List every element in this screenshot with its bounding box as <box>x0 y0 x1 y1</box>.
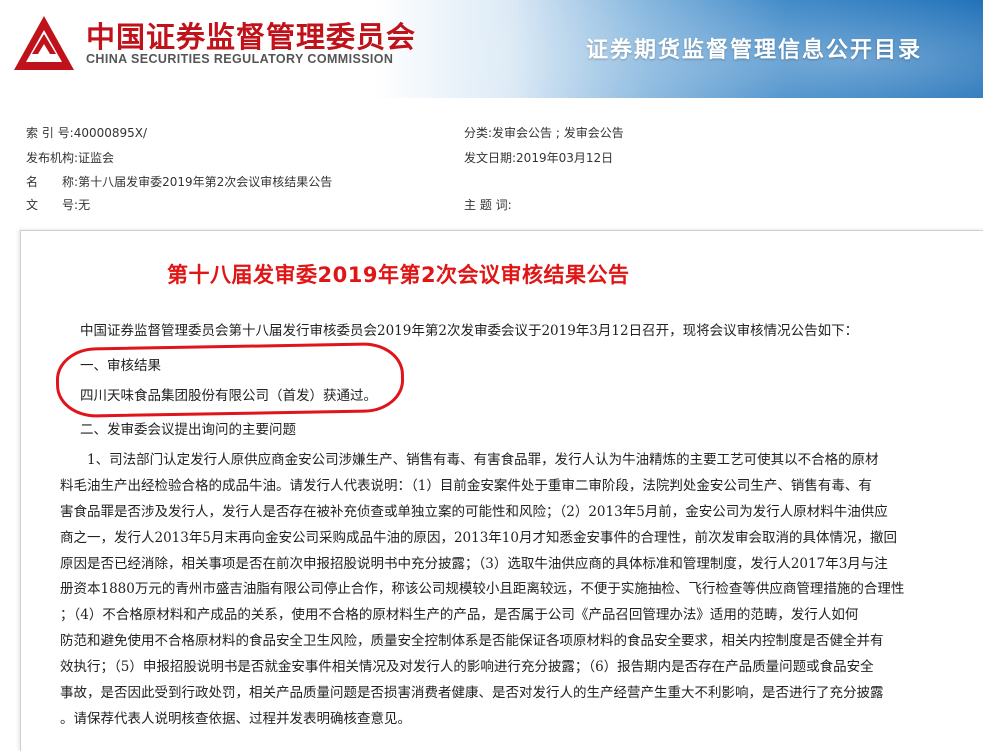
question-line: 效执行；（5）申报招股说明书是否就金安事件相关情况及对发行人的影响进行充分披露；… <box>60 659 874 676</box>
meta-issuer-label: 发布机构: <box>26 151 79 165</box>
meta-name: 名 称:第十八届发审委2019年第2次会议审核结果公告 <box>26 173 332 190</box>
header-banner: 中国证券监督管理委员会 CHINA SECURITIES REGULATORY … <box>0 0 983 98</box>
meta-docno-label-1: 文 <box>26 198 39 212</box>
question-line: 料毛油生产出经检验合格的成品牛油。请发行人代表说明：（1）目前金安案件处于重审二… <box>60 477 872 494</box>
meta-date-value: 2019年03月12日 <box>516 151 614 165</box>
question-line: 防范和避免使用不合格原材料的食品安全卫生风险，质量安全控制体系是否能保证各项原材… <box>60 633 884 650</box>
meta-keywords-label: 主 题 词: <box>464 198 512 212</box>
meta-docno-value: 无 <box>78 198 91 212</box>
meta-index-value: 40000895X/ <box>73 126 148 140</box>
question-line: 害食品罪是否涉及发行人，发行人是否存在被补充侦查或单独立案的可能性和风险；（2）… <box>60 503 888 520</box>
question-line: 商之一，发行人2013年5月末再向金安公司采购成品牛油的原因，2013年10月才… <box>60 529 897 546</box>
question-line: 册资本1880万元的青州市盛吉油脂有限公司停止合作，称该公司规模较小且距离较远，… <box>60 581 905 598</box>
org-name-en: CHINA SECURITIES REGULATORY COMMISSION <box>86 52 394 66</box>
meta-name-value: 第十八届发审委2019年第2次会议审核结果公告 <box>78 175 333 189</box>
question-line: 事故，是否因此受到行政处罚，相关产品质量问题是否损害消费者健康、是否对发行人的生… <box>60 685 884 702</box>
meta-category-value: 发审会公告 ; 发审会公告 <box>492 126 624 140</box>
meta-date: 发文日期:2019年03月12日 <box>464 149 613 166</box>
meta-index-label: 索 引 号: <box>26 126 74 140</box>
meta-index: 索 引 号:40000895X/ <box>26 124 147 141</box>
article-title: 第十八届发审委2019年第2次会议审核结果公告 <box>167 263 630 287</box>
highlight-ellipse <box>55 341 405 419</box>
meta-category: 分类:发审会公告 ; 发审会公告 <box>464 124 624 141</box>
meta-docno-label-2: 号: <box>62 198 79 212</box>
meta-issuer: 发布机构:证监会 <box>26 149 114 166</box>
meta-docno: 文 号:无 <box>26 196 90 213</box>
org-name-cn: 中国证券监督管理委员会 <box>86 20 417 54</box>
question-line: 。请保荐代表人说明核查依据、过程并发表明确核查意见。 <box>60 710 411 727</box>
question-line: ；（4）不合格原材料和产成品的关系，使用不合格的原材料生产的产品，是否属于公司《… <box>60 607 859 624</box>
banner-title: 证券期货监督管理信息公开目录 <box>586 38 923 63</box>
article-intro: 中国证券监督管理委员会第十八届发行审核委员会2019年第2次发审委会议于2019… <box>80 323 859 339</box>
question-line: 1、司法部门认定发行人原供应商金安公司涉嫌生产、销售有毒、有害食品罪，发行人认为… <box>60 452 879 468</box>
questions-paragraph: 1、司法部门认定发行人原供应商金安公司涉嫌生产、销售有毒、有害食品罪，发行人认为… <box>60 448 920 733</box>
meta-name-label-2: 称: <box>62 175 79 189</box>
meta-issuer-value: 证监会 <box>78 151 115 165</box>
meta-name-label-1: 名 <box>26 175 39 189</box>
meta-category-label: 分类: <box>464 126 493 140</box>
csrc-logo-icon[interactable] <box>12 14 76 74</box>
meta-keywords: 主 题 词: <box>464 196 512 213</box>
question-line: 原因是否已经消除，相关事项是否在前次申报招股说明书中充分披露；（3）选取牛油供应… <box>60 555 888 572</box>
section2-heading: 二、发审委会议提出询问的主要问题 <box>80 422 296 438</box>
meta-date-label: 发文日期: <box>464 151 517 165</box>
